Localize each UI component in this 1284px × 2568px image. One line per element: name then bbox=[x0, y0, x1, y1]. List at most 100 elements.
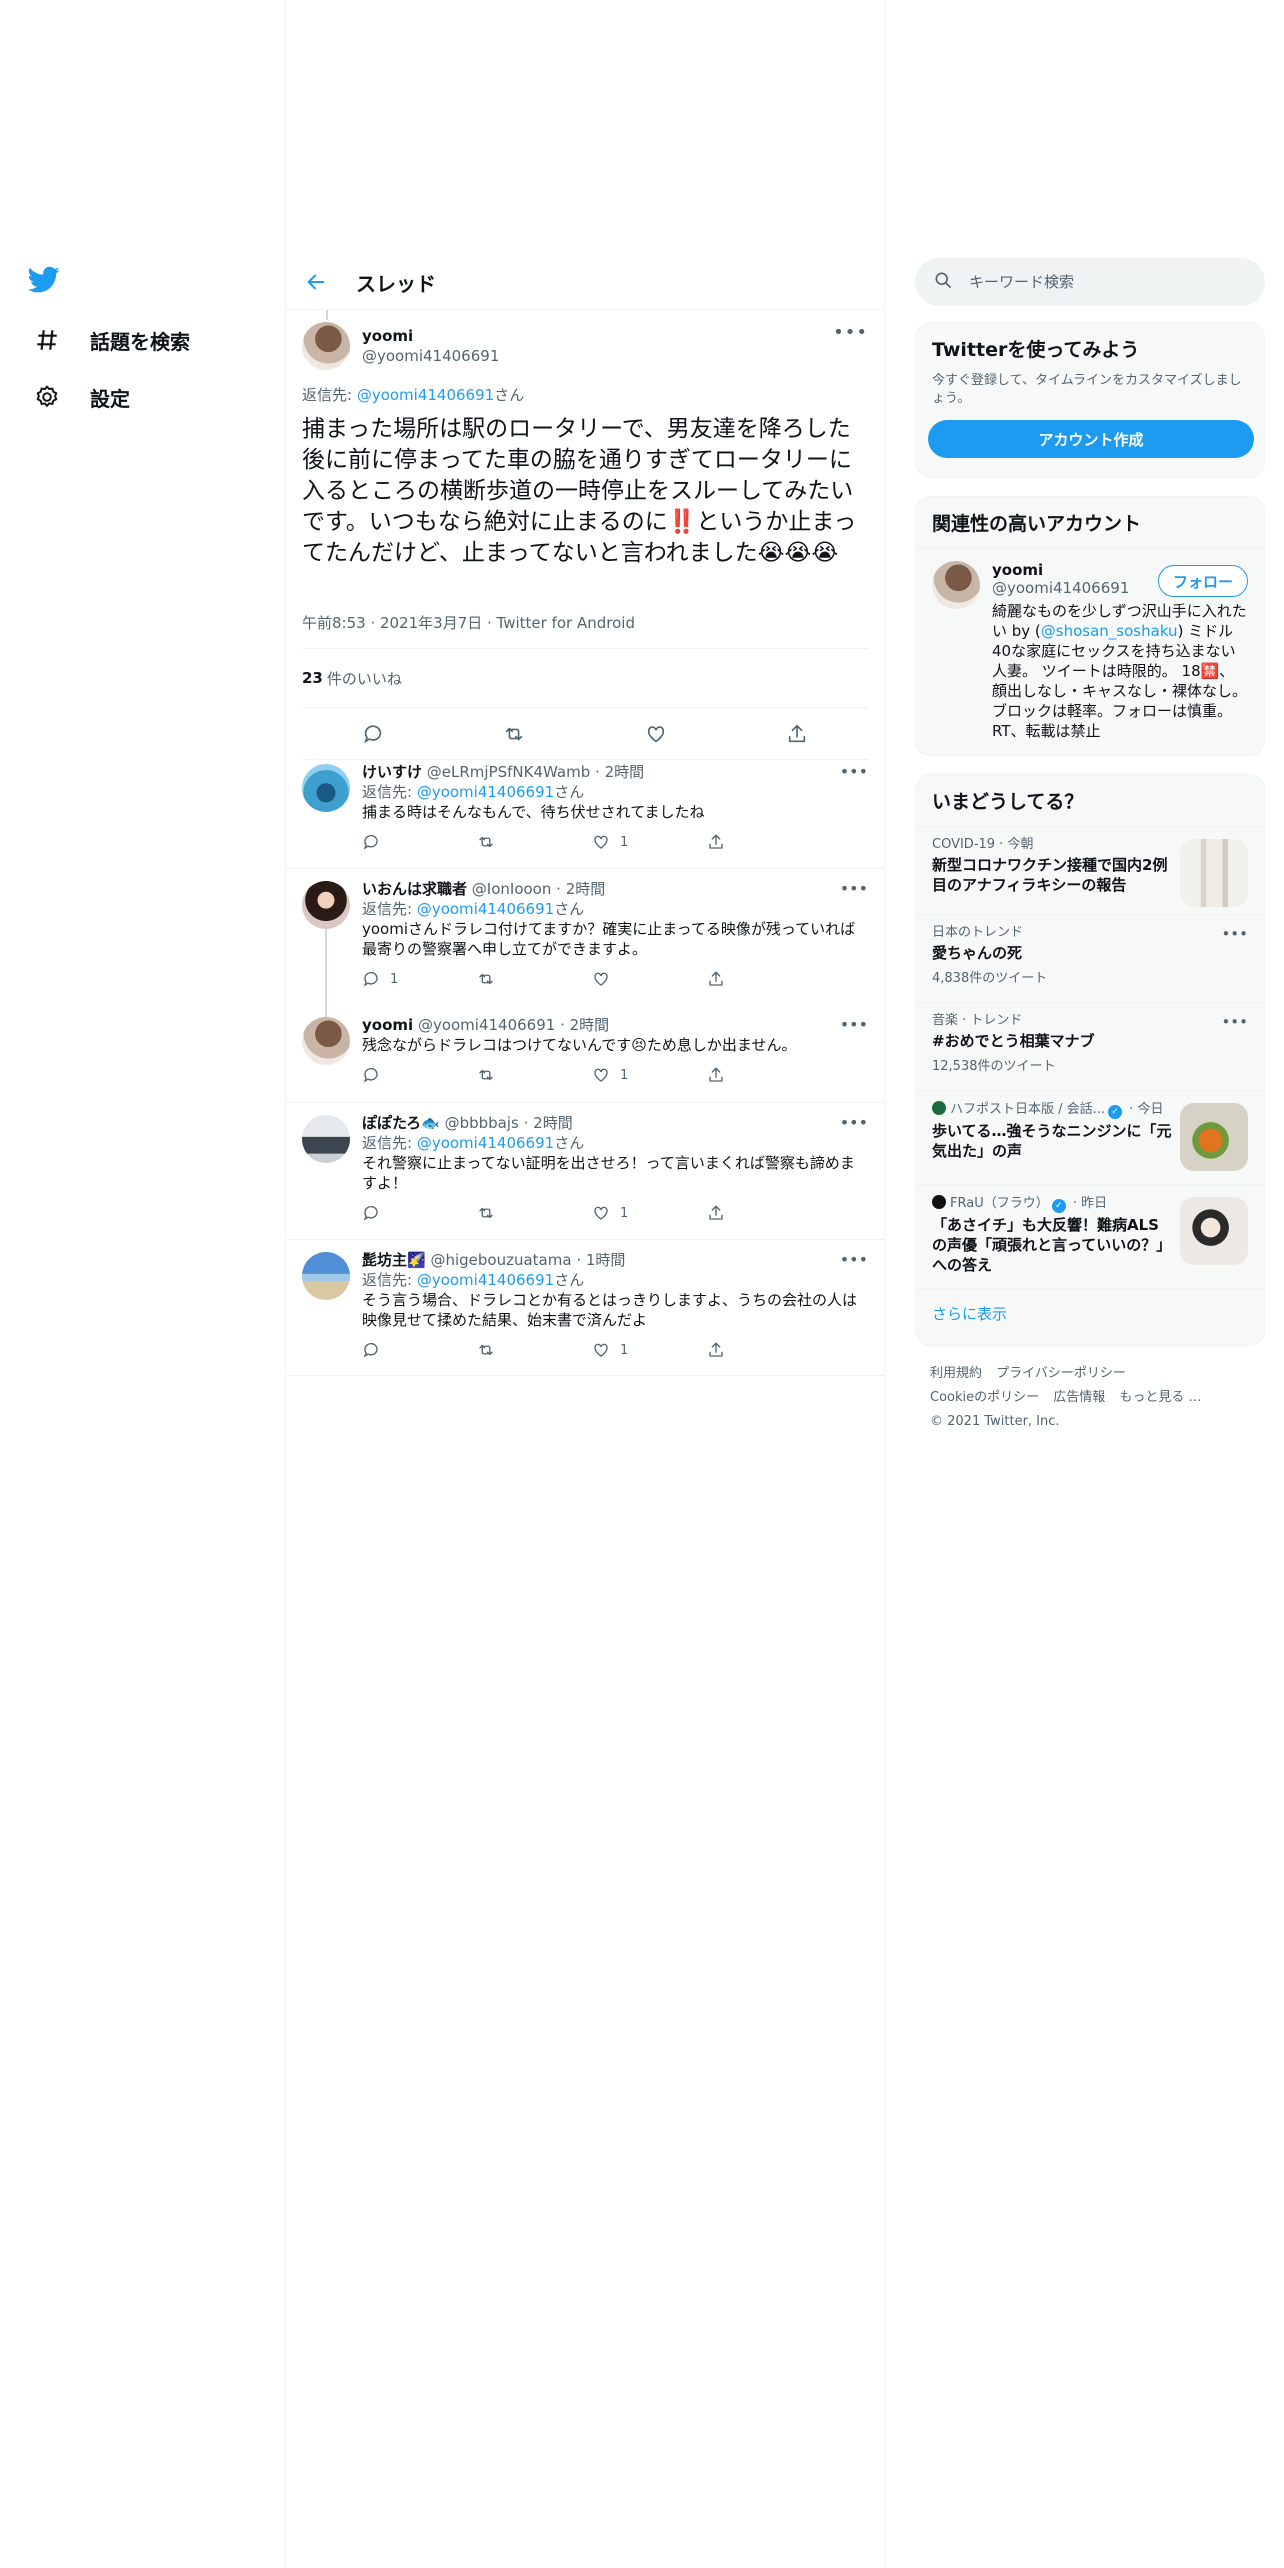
search-input[interactable] bbox=[969, 273, 1229, 291]
reply-author-handle[interactable]: @yoomi41406691 bbox=[418, 1016, 555, 1034]
related-account[interactable]: yoomi @yoomi41406691 綺麗なものを少しずつ沢山手に入れたい … bbox=[916, 549, 1264, 753]
search-box[interactable] bbox=[915, 258, 1265, 306]
reply-to-link[interactable]: @yoomi41406691 bbox=[357, 386, 494, 404]
reply-author-name[interactable]: yoomi bbox=[362, 1016, 413, 1034]
retweet-icon[interactable] bbox=[477, 1066, 557, 1084]
reply-icon[interactable] bbox=[362, 833, 442, 851]
author-name[interactable]: yoomi bbox=[362, 326, 499, 346]
reply-author-name[interactable]: 髭坊主🌠 bbox=[362, 1251, 426, 1269]
footer-link-privacy[interactable]: プライバシーポリシー bbox=[996, 1366, 1126, 1381]
more-options-icon[interactable]: ••• bbox=[840, 1015, 868, 1034]
reply-actions: 1 bbox=[362, 1201, 787, 1225]
footer-link-more[interactable]: もっと見る … bbox=[1119, 1390, 1201, 1405]
reply-icon[interactable] bbox=[362, 1204, 442, 1222]
reply-text: 捕まる時はそんなもんで、待ち伏せされてましたね bbox=[362, 803, 705, 821]
more-options-icon[interactable]: ••• bbox=[840, 879, 868, 898]
reply-icon[interactable] bbox=[362, 1341, 442, 1359]
reply-author-name[interactable]: ぽぽたろ🐟 bbox=[362, 1114, 440, 1132]
reply-author-handle[interactable]: @higebouzuatama bbox=[430, 1251, 571, 1269]
reply-to-line: 返信先: @yoomi41406691さん bbox=[362, 900, 585, 918]
footer-link-ads[interactable]: 広告情報 bbox=[1053, 1390, 1105, 1405]
reply-header: ぽぽたろ🐟 @bbbbajs · 2時間 bbox=[362, 1114, 573, 1132]
share-icon[interactable] bbox=[786, 723, 808, 745]
retweet-icon[interactable] bbox=[477, 1204, 557, 1222]
reply-time[interactable]: 2時間 bbox=[566, 880, 606, 898]
share-icon[interactable] bbox=[707, 1066, 787, 1084]
reply-header: yoomi @yoomi41406691 · 2時間 bbox=[362, 1016, 610, 1034]
avatar[interactable] bbox=[302, 881, 350, 929]
like-icon[interactable]: 1 bbox=[592, 1341, 672, 1359]
retweet-icon[interactable] bbox=[477, 833, 557, 851]
reply-author-name[interactable]: けいすけ bbox=[362, 763, 422, 781]
trend-item[interactable]: COVID-19 · 今朝 新型コロナワクチン接種で国内2例目のアナフィラキシー… bbox=[916, 826, 1264, 914]
reply-to-link[interactable]: @yoomi41406691 bbox=[417, 1134, 554, 1152]
retweet-icon[interactable] bbox=[477, 970, 557, 988]
create-account-button[interactable]: アカウント作成 bbox=[928, 420, 1254, 458]
avatar[interactable] bbox=[302, 1017, 350, 1065]
reply-time[interactable]: 1時間 bbox=[586, 1251, 626, 1269]
footer-link-cookies[interactable]: Cookieのポリシー bbox=[930, 1390, 1039, 1405]
back-arrow-icon[interactable] bbox=[296, 262, 336, 302]
reply-to-link[interactable]: @yoomi41406691 bbox=[417, 783, 554, 801]
more-options-icon[interactable]: ••• bbox=[840, 1250, 868, 1269]
tweet-timestamp[interactable]: 午前8:53 · 2021年3月7日 · Twitter for Android bbox=[302, 612, 635, 633]
more-options-icon[interactable]: ••• bbox=[840, 1113, 868, 1132]
related-accounts-card: 関連性の高いアカウント yoomi @yoomi41406691 綺麗なものを少… bbox=[915, 496, 1265, 756]
reply-icon[interactable]: 1 bbox=[362, 970, 442, 988]
avatar[interactable] bbox=[302, 1252, 350, 1300]
reply-author-handle[interactable]: @IonIooon bbox=[472, 880, 552, 898]
reply-tweet[interactable]: けいすけ @eLRmjPSfNK4Wamb · 2時間 ••• 返信先: @yo… bbox=[286, 752, 884, 869]
like-icon[interactable] bbox=[592, 970, 672, 988]
like-icon[interactable]: 1 bbox=[592, 833, 672, 851]
nav-settings[interactable]: 設定 bbox=[30, 372, 130, 422]
reply-to-line: 返信先: @yoomi41406691さん bbox=[362, 1134, 585, 1152]
bio-mention-link[interactable]: @shosan_soshaku bbox=[1041, 622, 1178, 640]
trend-title: #おめでとう相葉マナブ bbox=[932, 1032, 1095, 1050]
reply-icon[interactable] bbox=[362, 1066, 442, 1084]
more-options-icon[interactable]: ••• bbox=[1221, 925, 1248, 943]
reply-author-handle[interactable]: @bbbbajs bbox=[445, 1114, 519, 1132]
footer-link-terms[interactable]: 利用規約 bbox=[930, 1366, 982, 1381]
trend-item[interactable]: ハフポスト日本版 / 会話... ✓ · 今日 歩いてる…強そうなニンジンに「元気… bbox=[916, 1090, 1264, 1184]
share-icon[interactable] bbox=[707, 970, 787, 988]
reply-to-link[interactable]: @yoomi41406691 bbox=[417, 1271, 554, 1289]
show-more-link[interactable]: さらに表示 bbox=[916, 1288, 1264, 1338]
retweet-icon[interactable] bbox=[503, 723, 525, 745]
footer-copyright: © 2021 Twitter, Inc. bbox=[930, 1414, 1060, 1429]
trend-item[interactable]: 日本のトレンド 愛ちゃんの死 4,838件のツイート ••• bbox=[916, 914, 1264, 1002]
reply-time[interactable]: 2時間 bbox=[533, 1114, 573, 1132]
reply-author-name[interactable]: いおんは求職者 bbox=[362, 880, 467, 898]
twitter-logo-icon[interactable] bbox=[28, 266, 64, 298]
follow-button[interactable]: フォロー bbox=[1157, 565, 1248, 597]
reply-to-link[interactable]: @yoomi41406691 bbox=[417, 900, 554, 918]
tweet-stats[interactable]: 23 件のいいね bbox=[302, 648, 868, 708]
reply-time[interactable]: 2時間 bbox=[605, 763, 645, 781]
avatar[interactable] bbox=[302, 322, 350, 370]
more-options-icon[interactable]: ••• bbox=[833, 322, 868, 343]
share-icon[interactable] bbox=[707, 833, 787, 851]
share-icon[interactable] bbox=[707, 1341, 787, 1359]
avatar[interactable] bbox=[932, 561, 980, 609]
nav-explore[interactable]: 話題を検索 bbox=[30, 315, 190, 365]
share-icon[interactable] bbox=[707, 1204, 787, 1222]
reply-tweet[interactable]: 髭坊主🌠 @higebouzuatama · 1時間 ••• 返信先: @yoo… bbox=[286, 1240, 884, 1376]
like-icon[interactable]: 1 bbox=[592, 1066, 672, 1084]
trend-item[interactable]: FRaU（フラウ） ✓ · 昨日 「あさイチ」も大反響！難病ALSの声優「頑張れと… bbox=[916, 1184, 1264, 1288]
reply-author-handle[interactable]: @eLRmjPSfNK4Wamb bbox=[427, 763, 590, 781]
more-options-icon[interactable]: ••• bbox=[840, 762, 868, 781]
reply-tweet[interactable]: ぽぽたろ🐟 @bbbbajs · 2時間 ••• 返信先: @yoomi4140… bbox=[286, 1103, 884, 1240]
avatar[interactable] bbox=[302, 1115, 350, 1163]
more-options-icon[interactable]: ••• bbox=[1221, 1013, 1248, 1031]
like-icon[interactable] bbox=[645, 723, 667, 745]
author-handle[interactable]: @yoomi41406691 bbox=[362, 346, 499, 366]
reply-tweet[interactable]: いおんは求職者 @IonIooon · 2時間 ••• 返信先: @yoomi4… bbox=[286, 869, 884, 1005]
reply-tweet[interactable]: yoomi @yoomi41406691 · 2時間 ••• 残念ながらドラレコ… bbox=[286, 1005, 884, 1103]
reply-actions: 1 bbox=[362, 1338, 787, 1362]
like-icon[interactable]: 1 bbox=[592, 1204, 672, 1222]
reply-icon[interactable] bbox=[362, 723, 384, 745]
retweet-icon[interactable] bbox=[477, 1341, 557, 1359]
trend-item[interactable]: 音楽 · トレンド #おめでとう相葉マナブ 12,538件のツイート ••• bbox=[916, 1002, 1264, 1090]
reply-time[interactable]: 2時間 bbox=[570, 1016, 610, 1034]
avatar[interactable] bbox=[302, 764, 350, 812]
trend-meta: 日本のトレンド bbox=[932, 925, 1024, 940]
